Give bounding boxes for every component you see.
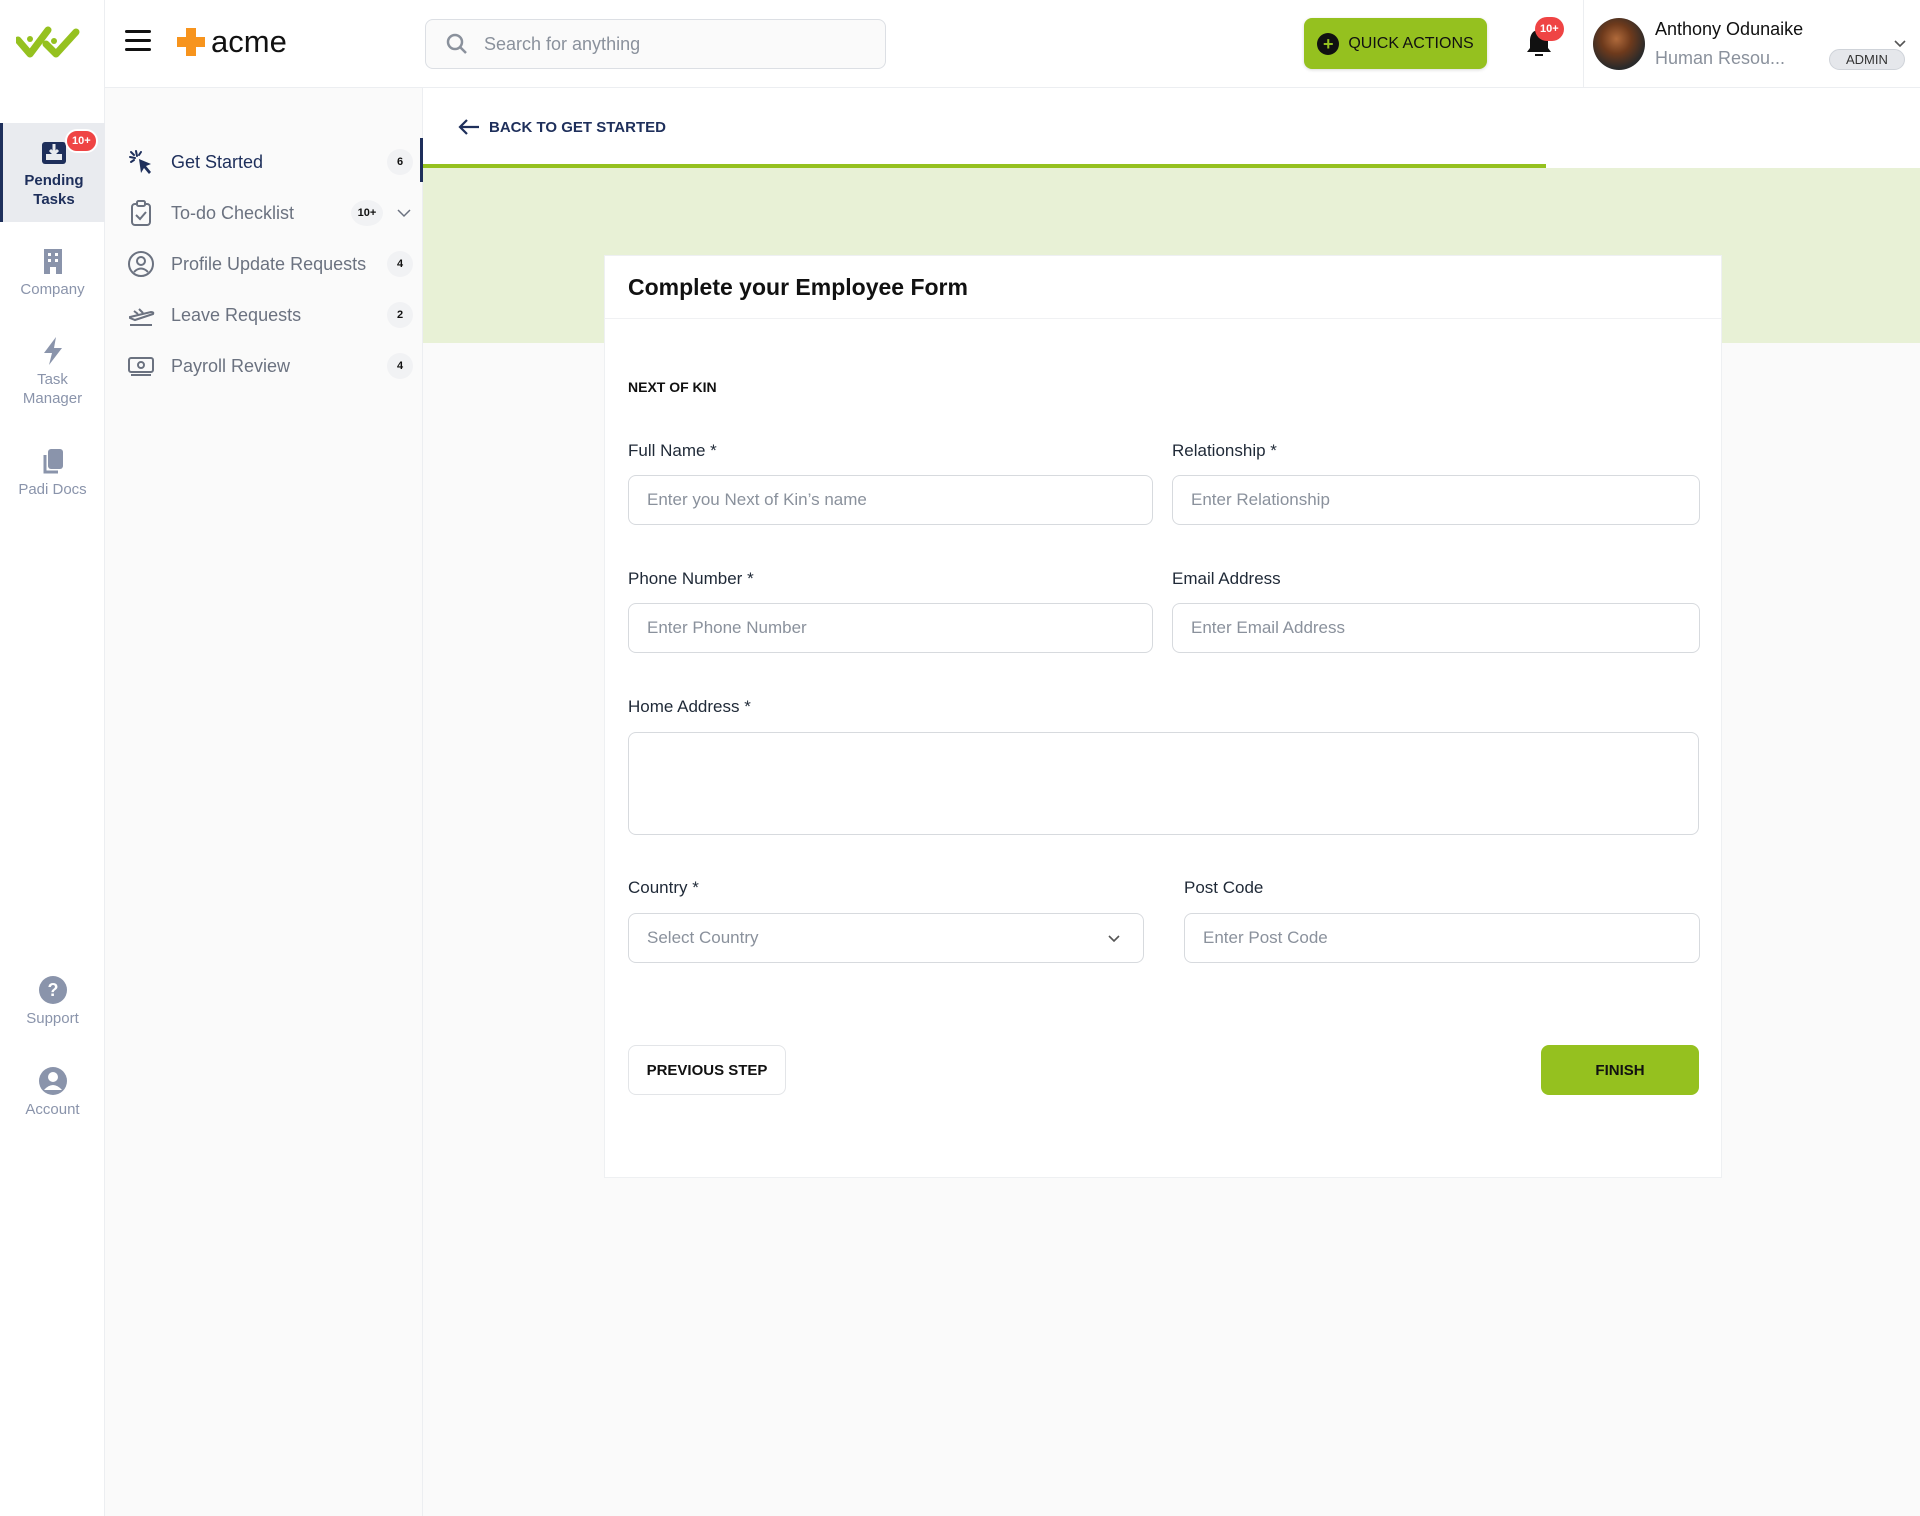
- app-rail: 10+ Pending Tasks Company Task Manager P…: [0, 0, 105, 1516]
- nav-item-label: To-do Checklist: [171, 202, 295, 223]
- money-icon: [128, 357, 154, 376]
- nav-item-label: Leave Requests: [171, 304, 302, 325]
- avatar: [1593, 18, 1645, 70]
- phone-number-label: Phone Number *: [628, 569, 754, 588]
- rail-item-label: Task: [37, 371, 68, 388]
- airplane-takeoff-icon: [129, 308, 155, 326]
- rail-item-task-manager[interactable]: Task Manager: [0, 336, 105, 408]
- full-name-input[interactable]: [628, 475, 1153, 525]
- employee-form-card: Complete your Employee Form NEXT OF KIN …: [604, 255, 1722, 1178]
- main-content: BACK TO GET STARTED Complete your Employ…: [423, 88, 1920, 1516]
- previous-step-button[interactable]: PREVIOUS STEP: [628, 1045, 786, 1095]
- clipboard-check-icon: [131, 200, 151, 226]
- search-icon: [446, 33, 467, 54]
- notifications-badge: 10+: [1535, 17, 1564, 41]
- chevron-down-icon: [1108, 935, 1120, 943]
- cursor-click-icon: [129, 150, 151, 174]
- main-top-strip: BACK TO GET STARTED: [423, 88, 1920, 169]
- chevron-down-icon[interactable]: [1893, 36, 1907, 50]
- pending-tasks-panel: Get Started 6 To-do Checklist 10+ Profil…: [105, 88, 423, 1516]
- app-logo-icon[interactable]: [16, 22, 88, 62]
- account-icon: [38, 1067, 67, 1095]
- post-code-input[interactable]: [1184, 913, 1700, 963]
- rail-item-label: Support: [26, 1010, 79, 1027]
- pending-tasks-badge: 10+: [65, 129, 98, 153]
- home-address-textarea[interactable]: [628, 732, 1699, 835]
- email-address-label: Email Address: [1172, 569, 1281, 588]
- count-badge: 10+: [351, 200, 383, 226]
- rail-item-pending-tasks[interactable]: 10+ Pending Tasks: [0, 123, 105, 222]
- relationship-label: Relationship *: [1172, 441, 1277, 460]
- post-code-label: Post Code: [1184, 878, 1264, 897]
- svg-text:?: ?: [47, 980, 58, 1000]
- home-address-label: Home Address *: [628, 697, 751, 716]
- nav-item-leave-requests[interactable]: Leave Requests 2: [127, 293, 423, 337]
- quick-actions-label: QUICK ACTIONS: [1348, 34, 1474, 52]
- brand-logo[interactable]: acme: [175, 24, 287, 60]
- count-badge: 4: [387, 251, 413, 277]
- rail-item-account[interactable]: Account: [0, 1066, 105, 1119]
- country-label: Country *: [628, 878, 699, 897]
- user-role: Human Resou...: [1655, 48, 1786, 68]
- rail-item-label: Pending: [24, 172, 84, 189]
- user-name: Anthony Odunaike: [1655, 19, 1804, 39]
- finish-button[interactable]: FINISH: [1541, 1045, 1699, 1095]
- user-menu[interactable]: Anthony Odunaike Human Resou... ADMIN: [1593, 0, 1920, 88]
- rail-item-label: Manager: [22, 390, 83, 407]
- acme-plus-icon: [177, 28, 205, 56]
- rail-item-label: Account: [25, 1101, 80, 1118]
- user-circle-icon: [128, 251, 154, 277]
- arrow-left-icon: [458, 119, 479, 135]
- rail-item-label: Tasks: [33, 191, 75, 208]
- documents-icon: [43, 449, 63, 474]
- phone-number-input[interactable]: [628, 603, 1153, 653]
- rail-item-company[interactable]: Company: [0, 246, 105, 299]
- quick-actions-button[interactable]: + QUICK ACTIONS: [1304, 18, 1487, 69]
- building-icon: [43, 249, 62, 274]
- count-badge: 6: [387, 149, 413, 175]
- help-icon: ?: [38, 976, 67, 1004]
- nav-item-todo-checklist[interactable]: To-do Checklist 10+: [127, 191, 423, 235]
- chevron-down-icon[interactable]: [397, 206, 411, 220]
- email-address-input[interactable]: [1172, 603, 1700, 653]
- rail-item-label: Company: [20, 281, 85, 298]
- relationship-input[interactable]: [1172, 475, 1700, 525]
- nav-item-payroll-review[interactable]: Payroll Review 4: [127, 344, 423, 388]
- rail-item-label: Padi Docs: [18, 481, 87, 498]
- nav-item-label: Profile Update Requests: [171, 253, 367, 274]
- nav-item-label: Get Started: [171, 151, 264, 172]
- country-select[interactable]: Select Country: [628, 913, 1144, 963]
- back-label: BACK TO GET STARTED: [489, 118, 666, 136]
- menu-icon[interactable]: [125, 30, 151, 54]
- section-heading: NEXT OF KIN: [628, 379, 717, 395]
- search-input[interactable]: [484, 33, 864, 55]
- brand-name: acme: [211, 24, 287, 59]
- full-name-label: Full Name *: [628, 441, 717, 460]
- plus-circle-icon: +: [1317, 32, 1340, 55]
- nav-item-profile-update-requests[interactable]: Profile Update Requests 4: [127, 242, 423, 286]
- global-search[interactable]: [425, 19, 886, 69]
- rail-item-padi-docs[interactable]: Padi Docs: [0, 446, 105, 499]
- rail-item-support[interactable]: ? Support: [0, 975, 105, 1028]
- role-badge: ADMIN: [1829, 49, 1905, 70]
- nav-item-label: Payroll Review: [171, 355, 291, 376]
- lightning-icon: [43, 337, 62, 365]
- count-badge: 2: [387, 302, 413, 328]
- nav-item-get-started[interactable]: Get Started 6: [127, 138, 423, 184]
- form-title: Complete your Employee Form: [605, 256, 1721, 319]
- header-divider: [1583, 0, 1584, 88]
- back-to-get-started-link[interactable]: BACK TO GET STARTED: [457, 118, 666, 136]
- top-header: acme + QUICK ACTIONS 10+ Anthony Odunaik…: [105, 0, 1920, 88]
- count-badge: 4: [387, 353, 413, 379]
- country-select-value: Select Country: [647, 928, 759, 947]
